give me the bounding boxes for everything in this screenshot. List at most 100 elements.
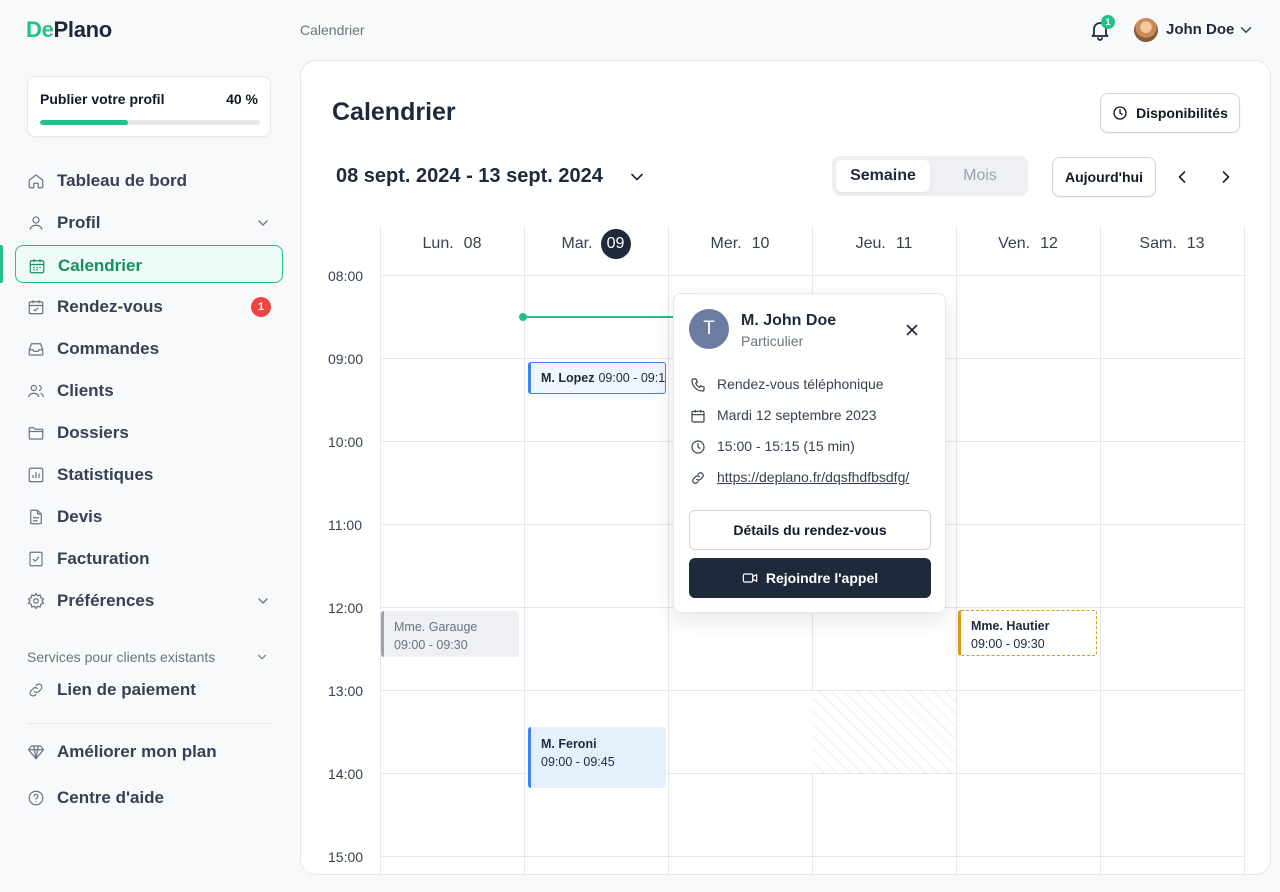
day-number: 12: [1040, 235, 1058, 252]
chevron-down-icon[interactable]: [255, 215, 271, 231]
day-header[interactable]: Mer. 10: [668, 227, 812, 275]
grid-line: [956, 227, 957, 874]
gear-icon: [27, 592, 45, 610]
day-name: Mar.: [561, 235, 593, 252]
chevron-down-icon[interactable]: [255, 593, 271, 609]
profile-card-percent: 40 %: [226, 91, 258, 107]
time-label: 12:00: [328, 600, 364, 616]
inbox-icon: [28, 343, 44, 356]
appointment-date: Mardi 12 septembre 2023: [717, 407, 877, 423]
chevron-left-icon[interactable]: [1172, 167, 1192, 187]
day-header[interactable]: Lun. 08: [380, 227, 524, 275]
day-header[interactable]: Sam. 13: [1100, 227, 1244, 275]
sidebar-item-calendar[interactable]: Calendrier: [15, 245, 283, 283]
appointment-type: Rendez-vous téléphonique: [717, 376, 884, 392]
chevron-down-icon[interactable]: [627, 167, 647, 187]
sidebar-item-orders[interactable]: Commandes: [15, 329, 283, 367]
sidebar-item-billing[interactable]: Facturation: [15, 539, 283, 577]
divider: [27, 723, 271, 724]
sidebar-item-help[interactable]: Centre d'aide: [15, 778, 283, 816]
sidebar-item-label: Préférences: [57, 591, 155, 610]
sidebar-item-upgrade[interactable]: Améliorer mon plan: [15, 732, 283, 770]
chevron-right-icon[interactable]: [1216, 167, 1236, 187]
user-name[interactable]: John Doe: [1166, 21, 1234, 38]
appointment-link[interactable]: https://deplano.fr/dqsfhdfbsdfg/: [717, 469, 909, 485]
day-name: Mer.: [710, 235, 742, 252]
event-feroni[interactable]: M. Feroni 09:00 - 09:45: [528, 727, 666, 788]
grid-line: [1244, 227, 1245, 874]
time-label: 08:00: [328, 268, 364, 284]
home-icon: [28, 174, 44, 189]
users-icon: [27, 384, 45, 398]
view-week[interactable]: Semaine: [836, 160, 930, 192]
day-header[interactable]: Jeu. 11: [812, 227, 956, 275]
availability-button[interactable]: Disponibilités: [1100, 93, 1240, 133]
event-garauge[interactable]: Mme. Garauge 09:00 - 09:30: [381, 611, 519, 657]
event-time: 09:00 - 09:15: [598, 371, 666, 385]
sidebar-item-payment-link[interactable]: Lien de paiement: [15, 670, 283, 708]
app-logo[interactable]: DePlano: [26, 17, 112, 43]
sidebar-item-label: Tableau de bord: [57, 171, 188, 190]
chevron-down-icon[interactable]: [1237, 21, 1255, 39]
event-lopez[interactable]: M. Lopez 09:00 - 09:15: [528, 362, 666, 394]
time-label: 14:00: [328, 766, 364, 782]
profile-progress-fill: [40, 120, 128, 125]
notification-badge: 1: [1101, 15, 1115, 29]
event-time: 09:00 - 09:30: [971, 637, 1045, 651]
video-icon: [742, 573, 758, 583]
day-number: 08: [463, 235, 482, 252]
link-icon: [29, 683, 43, 697]
sidebar-item-label: Commandes: [57, 339, 160, 358]
time-label: 09:00: [328, 351, 364, 367]
details-button[interactable]: Détails du rendez-vous: [689, 510, 931, 550]
sidebar-item-label: Calendrier: [58, 256, 143, 275]
day-number: 11: [895, 235, 913, 252]
availability-button-label: Disponibilités: [1136, 105, 1228, 121]
sidebar-item-label: Clients: [57, 381, 114, 400]
breadcrumb: Calendrier: [300, 22, 365, 38]
event-hautier[interactable]: Mme. Hautier 09:00 - 09:30: [958, 610, 1097, 656]
grid-line: [381, 773, 1244, 774]
day-number: 10: [751, 235, 770, 252]
chart-icon: [28, 467, 44, 483]
sidebar-item-label: Lien de paiement: [57, 680, 196, 699]
grid-line: [381, 275, 1244, 276]
day-number-today: 09: [600, 229, 631, 259]
join-call-button[interactable]: Rejoindre l'appel: [689, 558, 931, 598]
view-month[interactable]: Mois: [936, 160, 1024, 192]
sidebar-item-folders[interactable]: Dossiers: [15, 413, 283, 451]
time-label: 13:00: [328, 683, 364, 699]
day-name: Ven.: [998, 235, 1031, 252]
chevron-down-icon[interactable]: [255, 650, 269, 664]
section-label: Services pour clients existants: [27, 649, 216, 665]
event-name: Mme. Hautier: [971, 619, 1050, 633]
sidebar-item-dashboard[interactable]: Tableau de bord: [15, 161, 283, 199]
logo-de: De: [26, 17, 54, 42]
publish-profile-card[interactable]: Publier votre profil 40 %: [27, 76, 271, 137]
today-button[interactable]: Aujourd'hui: [1052, 157, 1156, 197]
sidebar-item-quotes[interactable]: Devis: [15, 497, 283, 535]
day-name: Sam.: [1139, 235, 1177, 252]
event-time: 09:00 - 09:45: [541, 755, 615, 769]
event-name: M. Feroni: [541, 737, 597, 751]
avatar[interactable]: [1134, 18, 1158, 42]
day-header[interactable]: Mar. 09: [524, 227, 668, 275]
day-header[interactable]: Ven. 12: [956, 227, 1100, 275]
date-range[interactable]: 08 sept. 2024 - 13 sept. 2024: [336, 165, 603, 188]
calendar-icon: [29, 259, 45, 274]
sidebar-item-label: Facturation: [57, 549, 150, 568]
close-icon[interactable]: [903, 321, 921, 339]
folder-icon: [28, 427, 44, 440]
day-number: 13: [1186, 235, 1205, 252]
sidebar-item-profile[interactable]: Profil: [15, 203, 283, 241]
event-name: M. Lopez: [541, 371, 595, 385]
grid-line: [380, 227, 381, 874]
sidebar-item-preferences[interactable]: Préférences: [15, 581, 283, 619]
sidebar-item-label: Centre d'aide: [57, 788, 165, 807]
sidebar-item-statistics[interactable]: Statistiques: [15, 455, 283, 493]
appointments-badge: 1: [251, 297, 271, 317]
sidebar-item-clients[interactable]: Clients: [15, 371, 283, 409]
appointment-time: 15:00 - 15:15 (15 min): [717, 438, 855, 454]
sidebar-item-label: Statistiques: [57, 465, 154, 484]
sidebar-item-appointments[interactable]: Rendez-vous 1: [15, 287, 283, 325]
